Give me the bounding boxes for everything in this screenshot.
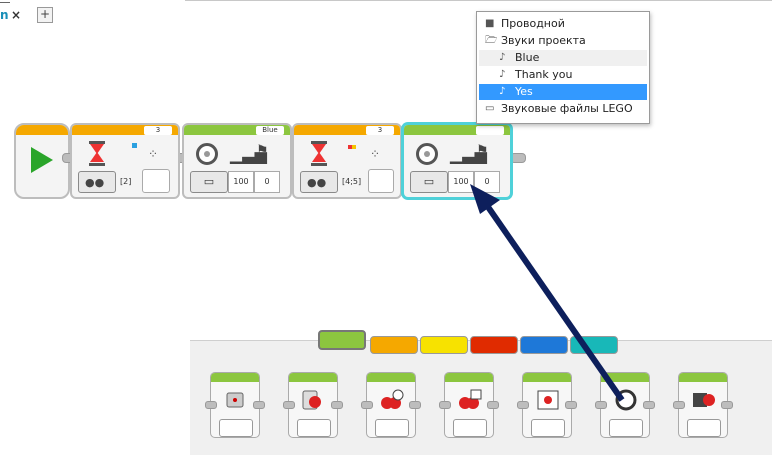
annotation-arrow	[470, 184, 625, 402]
